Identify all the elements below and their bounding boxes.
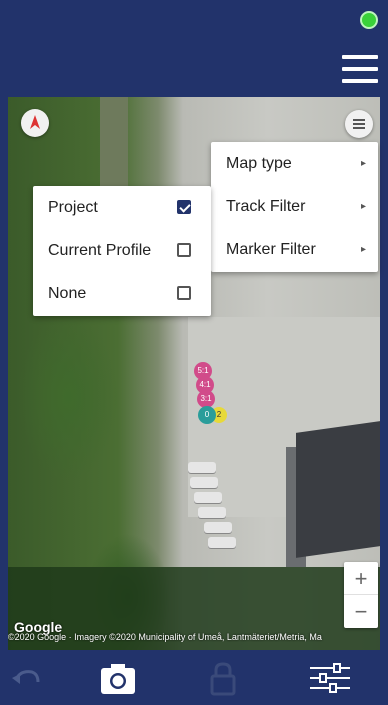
- connected-status-icon: [360, 11, 378, 29]
- menu-item-label: Marker Filter: [226, 241, 316, 258]
- zoom-in-button[interactable]: +: [344, 562, 378, 595]
- checkbox-unchecked[interactable]: [177, 286, 191, 300]
- hamburger-menu-icon[interactable]: [342, 55, 378, 83]
- sliders-settings-icon[interactable]: [308, 658, 352, 698]
- submenu-arrow-icon: ▸: [360, 244, 366, 255]
- filter-option-project[interactable]: Project: [33, 186, 211, 229]
- checkbox-unchecked[interactable]: [177, 243, 191, 257]
- layers-menu-icon[interactable]: [345, 110, 373, 138]
- map-marker[interactable]: 0: [198, 406, 216, 424]
- map-terrain: [190, 477, 218, 488]
- filter-option-label: Current Profile: [48, 242, 152, 259]
- menu-item-track-filter[interactable]: Track Filter ▸: [211, 185, 378, 228]
- track-filter-submenu: Project Current Profile None: [33, 186, 211, 316]
- menu-item-label: Track Filter: [226, 198, 306, 215]
- map-attribution: ©2020 Google · Imagery ©2020 Municipalit…: [8, 632, 322, 642]
- undo-arrow-icon[interactable]: [6, 658, 46, 698]
- checkbox-checked[interactable]: [177, 200, 191, 214]
- map-terrain: [296, 421, 380, 558]
- menu-item-marker-filter[interactable]: Marker Filter ▸: [211, 228, 378, 271]
- top-app-bar: [0, 0, 388, 97]
- compass-icon[interactable]: [21, 109, 49, 137]
- filter-option-label: Project: [48, 199, 98, 216]
- menu-item-label: Map type: [226, 155, 292, 172]
- submenu-arrow-icon: ▸: [360, 158, 366, 169]
- map-options-menu: Map type ▸ Track Filter ▸ Marker Filter …: [211, 142, 378, 272]
- app-window: 5:1 4:1 3:1 2 0 + − Google ©2020 Google …: [0, 0, 388, 705]
- submenu-arrow-icon: ▸: [360, 201, 366, 212]
- map-terrain: [204, 522, 232, 533]
- camera-icon[interactable]: [98, 658, 138, 698]
- map-terrain: [208, 537, 236, 548]
- filter-option-none[interactable]: None: [33, 272, 211, 315]
- zoom-control: + −: [344, 562, 378, 628]
- lock-icon[interactable]: [203, 658, 243, 698]
- zoom-out-button[interactable]: −: [344, 595, 378, 628]
- bottom-toolbar: [0, 650, 388, 705]
- map-terrain: [198, 507, 226, 518]
- menu-item-map-type[interactable]: Map type ▸: [211, 142, 378, 185]
- filter-option-label: None: [48, 285, 87, 302]
- map-terrain: [188, 462, 216, 473]
- filter-option-current-profile[interactable]: Current Profile: [33, 229, 211, 272]
- map-terrain: [194, 492, 222, 503]
- compass-icon: [30, 115, 40, 129]
